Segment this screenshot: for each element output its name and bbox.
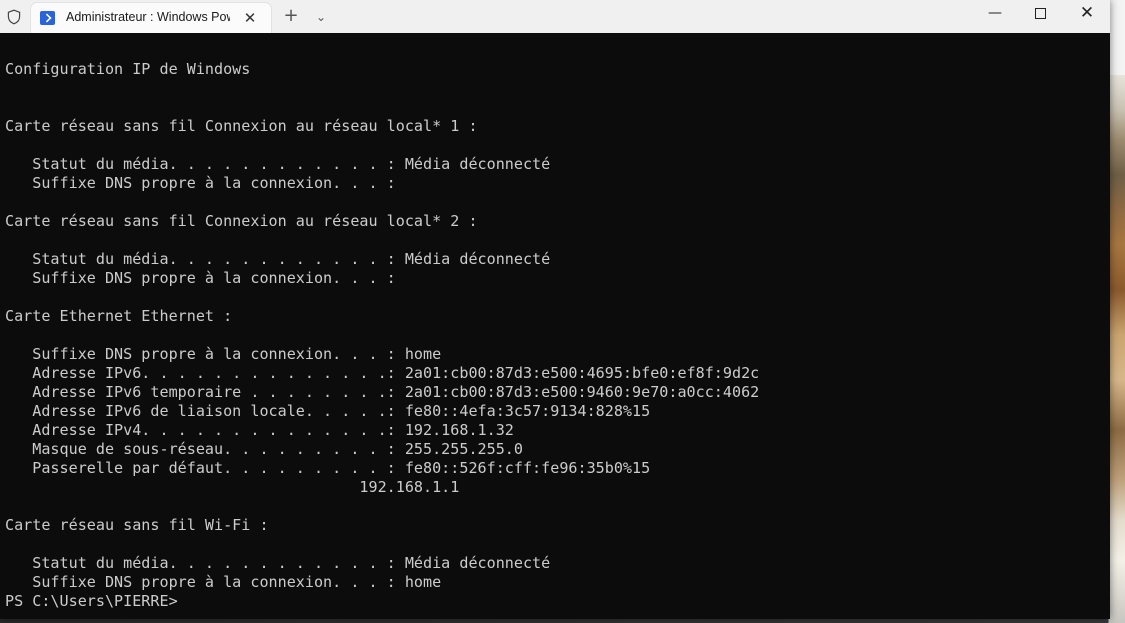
output-line: Adresse IPv6 de liaison locale. . . . .:… xyxy=(5,402,651,420)
chevron-down-icon[interactable]: ⌄ xyxy=(310,6,332,28)
output-line: 192.168.1.1 xyxy=(5,478,460,496)
output-line: Statut du média. . . . . . . . . . . . :… xyxy=(5,250,551,268)
output-line: Suffixe DNS propre à la connexion. . . : xyxy=(5,269,396,287)
output-line: Statut du média. . . . . . . . . . . . :… xyxy=(5,554,551,572)
title-bar[interactable]: Administrateur : Windows PowerShell ✕ + … xyxy=(0,0,1110,33)
terminal-output[interactable]: Configuration IP de Windows Carte réseau… xyxy=(0,33,1110,619)
output-line: Configuration IP de Windows xyxy=(5,60,251,78)
desktop-wallpaper xyxy=(1108,0,1125,623)
output-line: Carte réseau sans fil Wi-Fi : xyxy=(5,516,269,534)
output-line: Adresse IPv6 temporaire . . . . . . . .:… xyxy=(5,383,760,401)
powershell-icon xyxy=(40,11,55,25)
output-line: Carte réseau sans fil Connexion au résea… xyxy=(5,117,478,135)
output-line: Suffixe DNS propre à la connexion. . . : xyxy=(5,174,396,192)
output-line: Masque de sous-réseau. . . . . . . . . :… xyxy=(5,440,523,458)
output-line: Adresse IPv4. . . . . . . . . . . . . .:… xyxy=(5,421,514,439)
output-line: Passerelle par défaut. . . . . . . . . :… xyxy=(5,459,651,477)
new-tab-button[interactable]: + xyxy=(280,6,302,28)
command-prompt[interactable]: PS C:\Users\PIERRE> xyxy=(5,592,178,611)
tab-powershell[interactable]: Administrateur : Windows PowerShell ✕ xyxy=(31,3,271,33)
output-line: Suffixe DNS propre à la connexion. . . :… xyxy=(5,573,442,591)
shield-icon xyxy=(7,9,21,25)
windows-terminal-window: Administrateur : Windows PowerShell ✕ + … xyxy=(0,0,1110,619)
output-line: Suffixe DNS propre à la connexion. . . :… xyxy=(5,345,442,363)
tab-title: Administrateur : Windows PowerShell xyxy=(66,10,230,24)
output-line: Carte Ethernet Ethernet : xyxy=(5,307,233,325)
output-line: Adresse IPv6. . . . . . . . . . . . . .:… xyxy=(5,364,760,382)
output-line: Carte réseau sans fil Connexion au résea… xyxy=(5,212,478,230)
maximize-button[interactable] xyxy=(1018,0,1064,28)
minimize-button[interactable]: — xyxy=(972,0,1018,28)
output-line: Statut du média. . . . . . . . . . . . :… xyxy=(5,155,551,173)
tab-close-button[interactable]: ✕ xyxy=(241,9,259,27)
close-button[interactable]: ✕ xyxy=(1064,0,1110,28)
maximize-icon xyxy=(1035,8,1046,19)
